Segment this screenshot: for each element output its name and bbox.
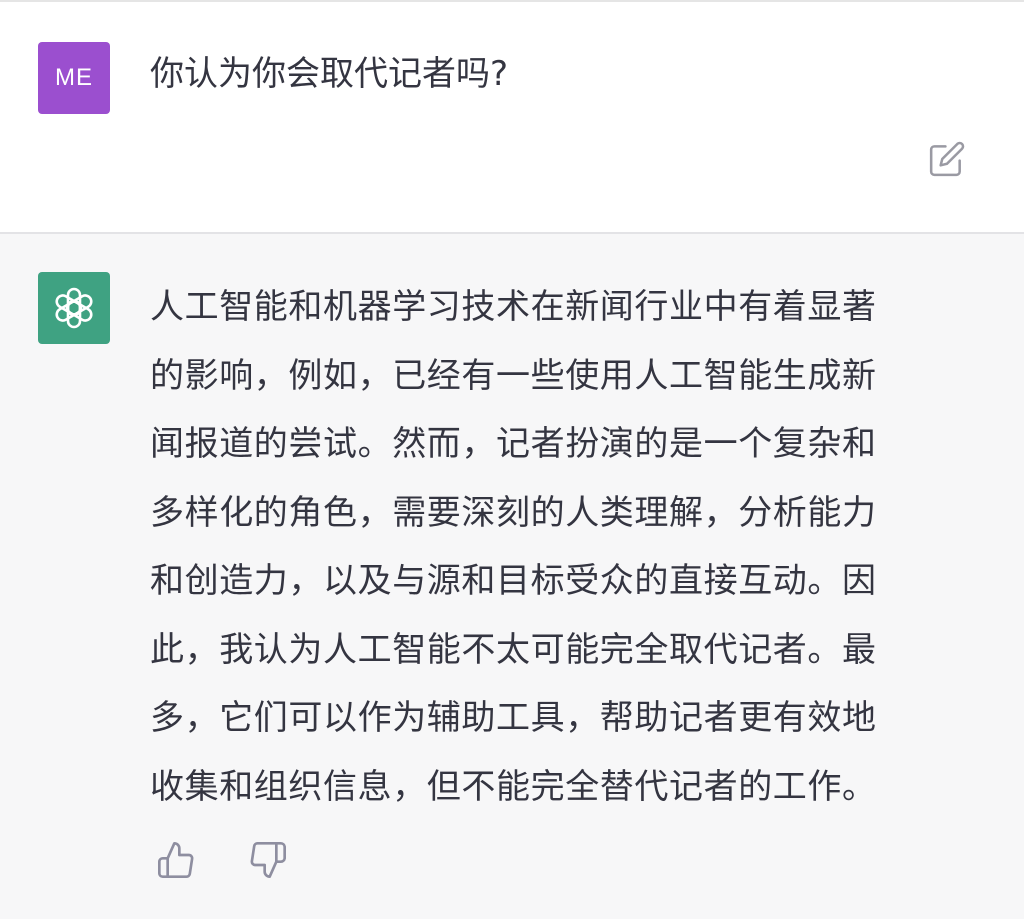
user-avatar: ME: [38, 42, 110, 114]
message-line: 多样化的角色，需要深刻的人类理解，分析能力: [150, 492, 877, 533]
message-line: 人工智能和机器学习技术在新闻行业中有着显著: [150, 287, 877, 327]
message-line: 的影响，例如，已经有一些使用人工智能生成新: [150, 355, 877, 396]
message-line: 收集和组织信息，但不能完全替代记者的工作。: [150, 766, 877, 807]
user-message-row: ME 你认为你会取代记者吗?: [0, 2, 1024, 232]
thumbs-down-icon[interactable]: [248, 840, 288, 880]
assistant-avatar: [38, 272, 110, 344]
edit-icon[interactable]: [928, 140, 966, 178]
assistant-message-text: 人工智能和机器学习技术在新闻行业中有着显著 的影响，例如，已经有一些使用人工智能…: [150, 273, 970, 821]
message-line: 闻报道的尝试。然而，记者扮演的是一个复杂和: [150, 424, 877, 464]
message-line: 多，它们可以作为辅助工具，帮助记者更有效地: [150, 698, 877, 738]
message-line: 和创造力，以及与源和目标受众的直接互动。因: [150, 561, 877, 601]
openai-logo-icon: [55, 287, 93, 329]
assistant-message-row: 人工智能和机器学习技术在新闻行业中有着显著 的影响，例如，已经有一些使用人工智能…: [0, 234, 1024, 919]
feedback-buttons: [156, 840, 288, 880]
user-message-text: 你认为你会取代记者吗?: [150, 54, 509, 94]
thumbs-up-icon[interactable]: [156, 840, 196, 880]
message-line: 此，我认为人工智能不太可能完全取代记者。最: [150, 629, 877, 670]
